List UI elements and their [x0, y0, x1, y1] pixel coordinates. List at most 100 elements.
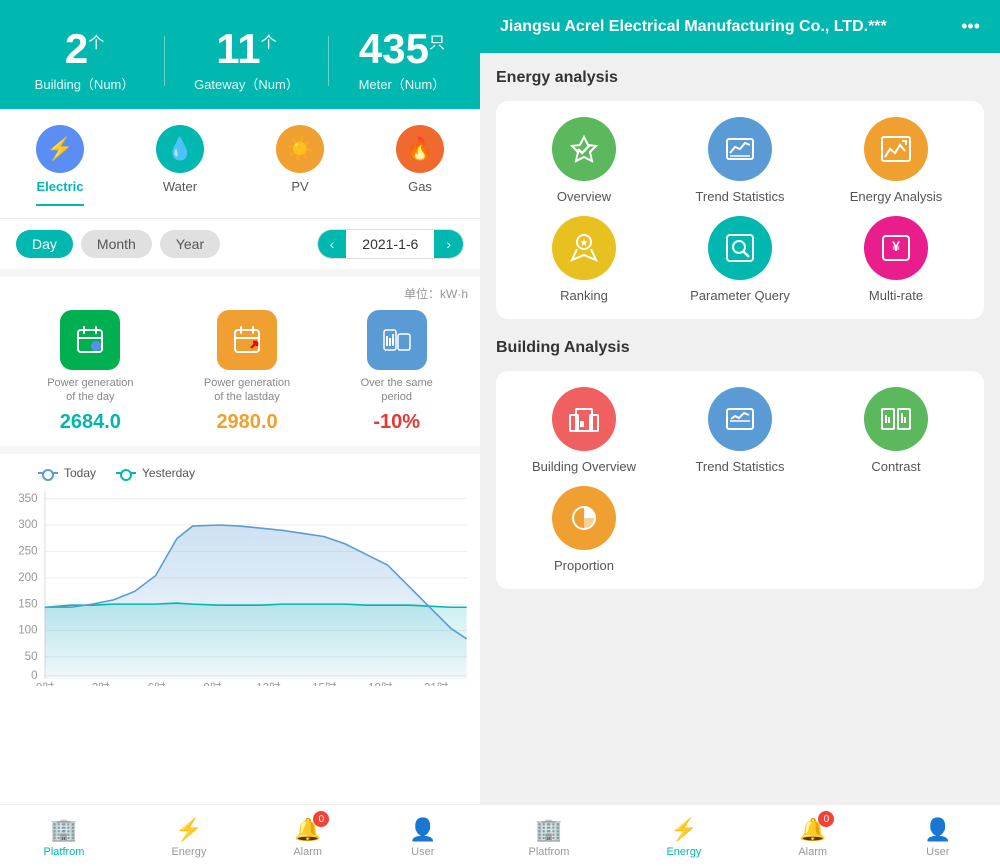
contrast-icon	[864, 387, 928, 451]
multi-rate-icon: ¥	[864, 216, 928, 280]
platform-icon-left: 🏢	[50, 817, 77, 843]
nav-alarm-right[interactable]: 🔔 0 Alarm	[778, 813, 847, 862]
day-btn[interactable]: Day	[16, 230, 73, 258]
period-card-desc: Over the sameperiod	[361, 376, 433, 405]
tab-pv[interactable]: ☀️ PV	[264, 121, 336, 210]
cards-row: Power generationof the day 2684.0	[12, 310, 468, 434]
overview-label: Overview	[557, 189, 611, 204]
stat-divider-1	[164, 36, 165, 86]
ranking-label: Ranking	[560, 288, 608, 303]
right-header: Jiangsu Acrel Electrical Manufacturing C…	[480, 0, 1000, 53]
prev-date-btn[interactable]: ‹	[318, 230, 347, 258]
menu-building-overview[interactable]: Building Overview	[512, 387, 656, 474]
user-icon-left: 👤	[409, 817, 436, 843]
ranking-icon: ★	[552, 216, 616, 280]
alarm-label-left: Alarm	[293, 846, 322, 858]
nav-user-right[interactable]: 👤 User	[904, 813, 971, 862]
chart-area: Today Yesterday 350 300 250 200 150 100 …	[0, 454, 480, 804]
menu-ranking[interactable]: ★ Ranking	[512, 216, 656, 303]
water-label: Water	[163, 179, 197, 194]
proportion-icon	[552, 486, 616, 550]
period-card-icon	[367, 310, 427, 370]
trend-stats-label: Trend Statistics	[695, 189, 784, 204]
today-card-icon	[60, 310, 120, 370]
svg-text:350: 350	[18, 492, 37, 504]
pv-label: PV	[291, 179, 308, 194]
multi-rate-label: Multi-rate	[869, 288, 923, 303]
svg-text:★: ★	[580, 238, 589, 249]
legend-yesterday: Yesterday	[116, 466, 195, 480]
period-card-value: -10%	[373, 411, 420, 434]
alarm-label-right: Alarm	[798, 846, 827, 858]
building-overview-icon	[552, 387, 616, 451]
nav-platform-right[interactable]: 🏢 Platfrom	[509, 813, 590, 862]
svg-text:200: 200	[18, 572, 37, 584]
trend-stats-b-label: Trend Statistics	[695, 459, 784, 474]
tab-water[interactable]: 💧 Water	[144, 121, 216, 210]
menu-trend-stats[interactable]: Trend Statistics	[668, 117, 812, 204]
meter-number: 435只	[359, 28, 446, 70]
energy-label-right: Energy	[666, 846, 701, 858]
energy-icon-left: ⚡	[175, 817, 202, 843]
tab-gas[interactable]: 🔥 Gas	[384, 121, 456, 210]
yesterday-legend-dot	[116, 472, 136, 474]
svg-text:0: 0	[31, 670, 37, 682]
menu-multi-rate[interactable]: ¥ Multi-rate	[824, 216, 968, 303]
building-label: Building（Num）	[35, 74, 135, 93]
meter-stat: 435只 Meter（Num）	[359, 28, 446, 93]
platform-label-left: Platfrom	[44, 846, 85, 858]
svg-text:100: 100	[18, 624, 37, 636]
svg-text:¥: ¥	[892, 238, 900, 254]
year-btn[interactable]: Year	[160, 230, 220, 258]
menu-energy-analysis[interactable]: Energy Analysis	[824, 117, 968, 204]
menu-param-query[interactable]: Parameter Query	[668, 216, 812, 303]
menu-contrast[interactable]: Contrast	[824, 387, 968, 474]
unit-label: 单位：kW·h	[12, 285, 468, 302]
date-selector: Day Month Year ‹ 2021-1-6 ›	[0, 219, 480, 269]
building-analysis-title: Building Analysis	[496, 339, 984, 357]
svg-text:18时: 18时	[368, 681, 393, 686]
right-panel: Jiangsu Acrel Electrical Manufacturing C…	[480, 0, 1000, 866]
alarm-badge-left: 🔔 0	[294, 817, 321, 843]
more-icon[interactable]: •••	[961, 16, 980, 37]
svg-text:15时: 15时	[312, 681, 337, 686]
nav-energy-right[interactable]: ⚡ Energy	[646, 813, 721, 862]
nav-user-left[interactable]: 👤 User	[389, 813, 456, 862]
legend-today: Today	[38, 466, 96, 480]
nav-platform-left[interactable]: 🏢 Platfrom	[24, 813, 105, 862]
user-label-left: User	[411, 846, 434, 858]
tab-electric[interactable]: ⚡ Electric	[24, 121, 96, 210]
menu-trend-stats-b[interactable]: Trend Statistics	[668, 387, 812, 474]
company-title: Jiangsu Acrel Electrical Manufacturing C…	[500, 18, 887, 36]
svg-text:9时: 9时	[204, 681, 222, 686]
right-content: Energy analysis Overview	[480, 53, 1000, 804]
nav-alarm-left[interactable]: 🔔 0 Alarm	[273, 813, 342, 862]
left-panel: 2个 Building（Num） 11个 Gateway（Num） 435只 M…	[0, 0, 480, 866]
gateway-stat: 11个 Gateway（Num）	[194, 28, 299, 93]
next-date-btn[interactable]: ›	[434, 230, 463, 258]
svg-text:3时: 3时	[92, 681, 110, 686]
electric-icon: ⚡	[36, 125, 84, 173]
contrast-label: Contrast	[871, 459, 920, 474]
lastday-card: Power generationof the lastday 2980.0	[204, 310, 290, 434]
svg-text:150: 150	[18, 598, 37, 610]
trend-stats-icon	[708, 117, 772, 181]
overview-icon	[552, 117, 616, 181]
line-chart: 350 300 250 200 150 100 50 0	[8, 486, 472, 686]
platform-icon-right: 🏢	[535, 817, 562, 843]
right-bottom-nav: 🏢 Platfrom ⚡ Energy 🔔 0 Alarm 👤 User	[480, 804, 1000, 866]
menu-overview[interactable]: Overview	[512, 117, 656, 204]
left-header: 2个 Building（Num） 11个 Gateway（Num） 435只 M…	[0, 0, 480, 109]
user-icon-right: 👤	[924, 817, 951, 843]
nav-energy-left[interactable]: ⚡ Energy	[151, 813, 226, 862]
pv-icon: ☀️	[276, 125, 324, 173]
svg-text:12时: 12时	[256, 681, 281, 686]
gas-icon: 🔥	[396, 125, 444, 173]
electric-label: Electric	[37, 179, 84, 194]
water-icon: 💧	[156, 125, 204, 173]
left-bottom-nav: 🏢 Platfrom ⚡ Energy 🔔 0 Alarm 👤 User	[0, 804, 480, 866]
menu-proportion[interactable]: Proportion	[512, 486, 656, 573]
month-btn[interactable]: Month	[81, 230, 152, 258]
svg-text:50: 50	[25, 651, 38, 663]
today-card: Power generationof the day 2684.0	[47, 310, 133, 434]
